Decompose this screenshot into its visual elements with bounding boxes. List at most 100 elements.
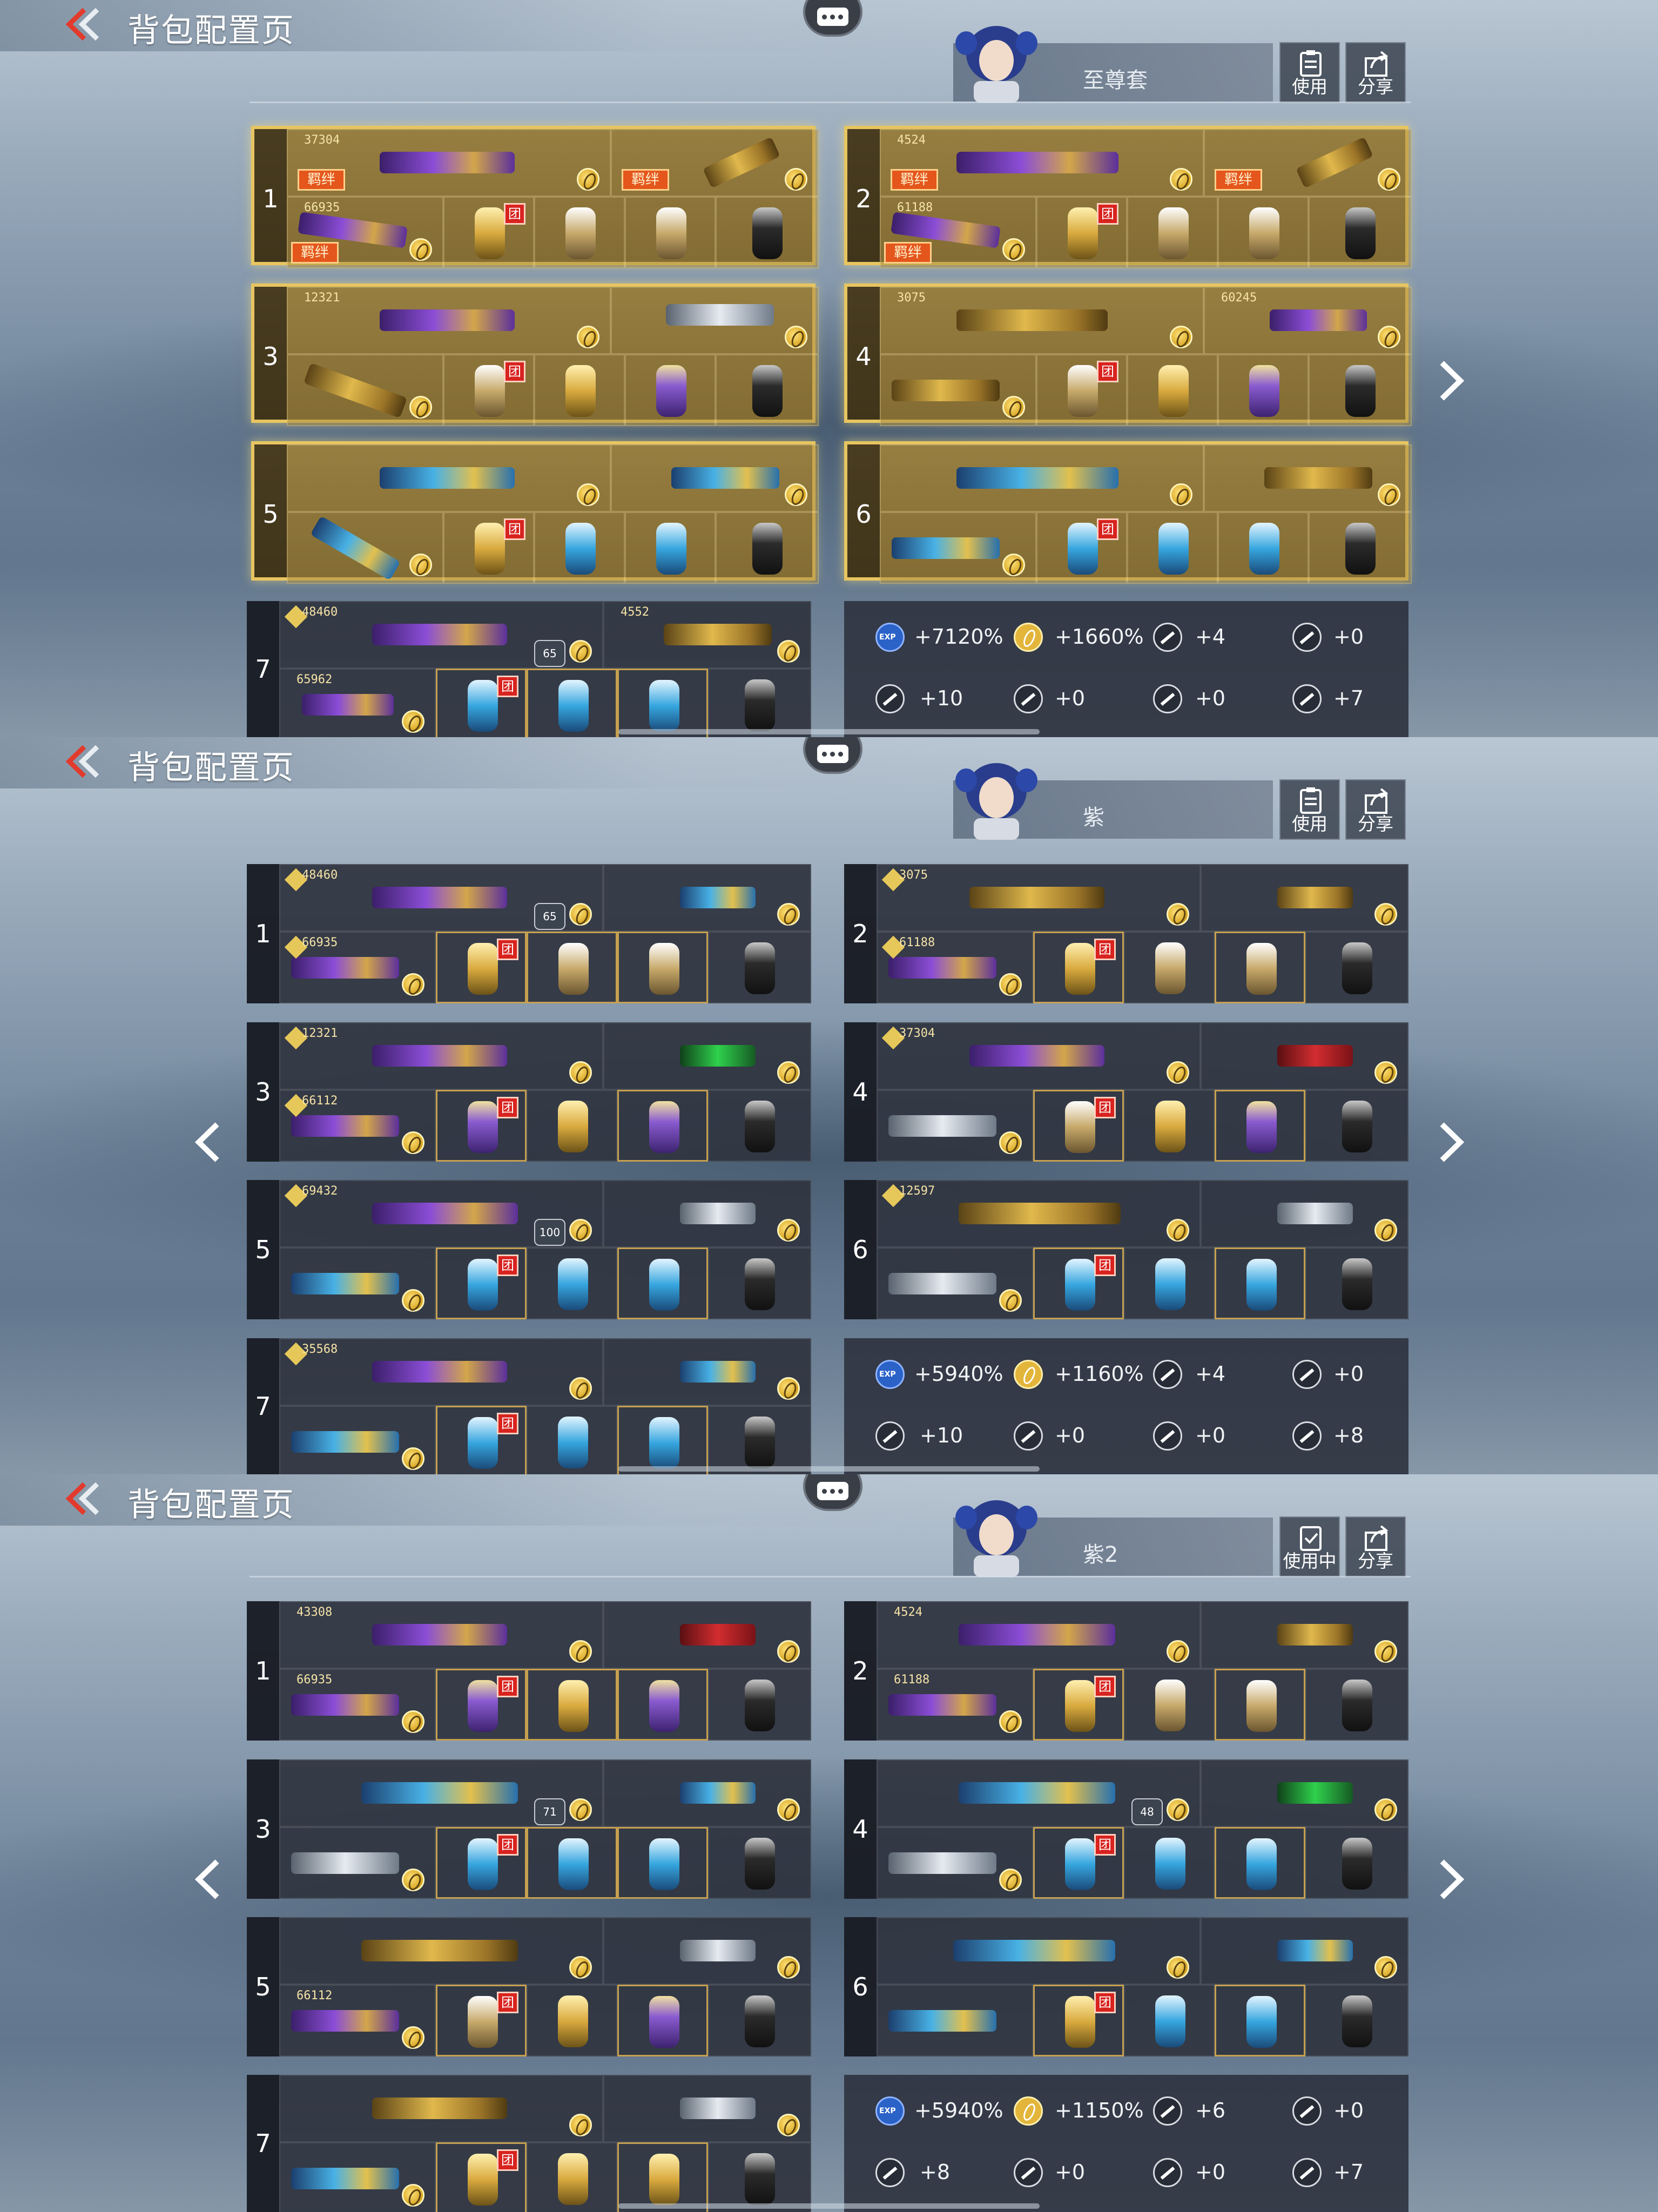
secondary-weapon-slot[interactable] — [1201, 864, 1408, 932]
melee-slot[interactable]: 66112 — [279, 1985, 436, 2056]
grenade-slot[interactable] — [625, 197, 716, 268]
grenade-slot[interactable] — [716, 512, 819, 584]
grenade-slot[interactable] — [1127, 512, 1218, 584]
melee-slot[interactable] — [877, 1090, 1033, 1162]
grenade-slot[interactable]: 团 — [436, 1406, 527, 1474]
loadout-card-2[interactable]: 2 3075 61188 团 — [844, 864, 1408, 1003]
grenade-slot[interactable] — [527, 1406, 617, 1474]
grenade-slot[interactable] — [625, 512, 716, 584]
back-chevron-icon[interactable] — [64, 1480, 107, 1518]
loadout-card-5[interactable]: 5 69432 100 团 — [247, 1180, 811, 1319]
grenade-slot[interactable] — [617, 2142, 708, 2212]
grenade-slot[interactable] — [708, 1985, 811, 2056]
primary-weapon-slot[interactable]: 12597 — [877, 1180, 1201, 1247]
grenade-slot[interactable] — [1305, 1827, 1408, 1899]
melee-slot[interactable]: 61188 羁绊 — [880, 197, 1036, 268]
secondary-weapon-slot[interactable] — [603, 1022, 811, 1090]
secondary-weapon-slot[interactable] — [611, 287, 819, 354]
secondary-weapon-slot[interactable] — [603, 2075, 811, 2142]
grenade-slot[interactable] — [617, 1406, 708, 1474]
loadout-card-5[interactable]: 5 66112 团 — [247, 1917, 811, 2056]
primary-weapon-slot[interactable] — [279, 1917, 603, 1985]
grenade-slot[interactable]: 团 — [1033, 1985, 1124, 2056]
primary-weapon-slot[interactable]: 4524 — [877, 1601, 1201, 1669]
loadout-card-7[interactable]: 7 48460 65 4552 65962 团 — [247, 601, 811, 737]
melee-slot[interactable] — [880, 354, 1036, 426]
arrow-left-icon[interactable] — [189, 1855, 227, 1904]
grenade-slot[interactable]: 团 — [436, 1090, 527, 1162]
grenade-slot[interactable] — [708, 1827, 811, 1899]
loadout-card-6[interactable]: 6 团 — [844, 441, 1412, 584]
grenade-slot[interactable] — [716, 354, 819, 426]
use-button[interactable]: 使用中 — [1279, 1516, 1340, 1577]
grenade-slot[interactable]: 团 — [436, 932, 527, 1003]
grenade-slot[interactable]: 团 — [1036, 354, 1127, 426]
grenade-slot[interactable] — [1124, 1827, 1215, 1899]
loadout-card-1[interactable]: 1 37304 羁绊 羁绊 66935 羁绊 团 — [251, 126, 819, 268]
grenade-slot[interactable] — [1218, 197, 1309, 268]
loadout-card-4[interactable]: 4 48 团 — [844, 1759, 1408, 1899]
grenade-slot[interactable] — [1127, 354, 1218, 426]
grenade-slot[interactable] — [534, 512, 625, 584]
grenade-slot[interactable]: 团 — [1033, 1247, 1124, 1319]
scroll-indicator[interactable] — [618, 1466, 1040, 1472]
secondary-weapon-slot[interactable]: 羁绊 — [1204, 129, 1412, 197]
melee-slot[interactable]: 61188 — [877, 932, 1033, 1003]
grenade-slot[interactable]: 团 — [436, 1827, 527, 1899]
grenade-slot[interactable]: 团 — [436, 1985, 527, 2056]
grenade-slot[interactable]: 团 — [443, 354, 534, 426]
grenade-slot[interactable]: 团 — [436, 1669, 527, 1741]
secondary-weapon-slot[interactable] — [1204, 444, 1412, 512]
melee-slot[interactable] — [279, 1827, 436, 1899]
grenade-slot[interactable] — [527, 669, 617, 737]
loadout-card-2[interactable]: 2 4524 61188 团 — [844, 1601, 1408, 1741]
grenade-slot[interactable] — [1124, 1247, 1215, 1319]
grenade-slot[interactable] — [1124, 932, 1215, 1003]
melee-slot[interactable] — [279, 1406, 436, 1474]
secondary-weapon-slot[interactable]: 60245 — [1204, 287, 1412, 354]
melee-slot[interactable] — [287, 512, 443, 584]
share-button[interactable]: 分享 — [1345, 42, 1406, 103]
grenade-slot[interactable] — [1305, 932, 1408, 1003]
primary-weapon-slot[interactable] — [877, 1917, 1201, 1985]
grenade-slot[interactable] — [527, 1669, 617, 1741]
primary-weapon-slot[interactable] — [287, 444, 611, 512]
grenade-slot[interactable] — [1215, 1669, 1305, 1741]
grenade-slot[interactable] — [708, 1669, 811, 1741]
back-chevron-icon[interactable] — [64, 5, 107, 43]
primary-weapon-slot[interactable]: 69432 100 — [279, 1180, 603, 1247]
loadout-card-6[interactable]: 6 12597 团 — [844, 1180, 1408, 1319]
primary-weapon-slot[interactable]: 43308 — [279, 1601, 603, 1669]
grenade-slot[interactable] — [534, 197, 625, 268]
loadout-card-6[interactable]: 6 团 — [844, 1917, 1408, 2056]
secondary-weapon-slot[interactable]: 4552 — [603, 601, 811, 669]
grenade-slot[interactable] — [1124, 1985, 1215, 2056]
grenade-slot[interactable]: 团 — [436, 1247, 527, 1319]
melee-slot[interactable] — [877, 1985, 1033, 2056]
grenade-slot[interactable] — [1305, 1090, 1408, 1162]
arrow-right-icon[interactable] — [1432, 1855, 1470, 1904]
grenade-slot[interactable] — [1305, 1247, 1408, 1319]
grenade-slot[interactable] — [617, 1669, 708, 1741]
loadout-card-1[interactable]: 1 48460 65 66935 团 — [247, 864, 811, 1003]
secondary-weapon-slot[interactable] — [603, 1759, 811, 1827]
primary-weapon-slot[interactable] — [279, 2075, 603, 2142]
melee-slot[interactable] — [279, 2142, 436, 2212]
secondary-weapon-slot[interactable] — [1201, 1917, 1408, 1985]
grenade-slot[interactable] — [1127, 197, 1218, 268]
grenade-slot[interactable] — [617, 1985, 708, 2056]
secondary-weapon-slot[interactable] — [1201, 1022, 1408, 1090]
secondary-weapon-slot[interactable] — [603, 1338, 811, 1406]
grenade-slot[interactable] — [1215, 1090, 1305, 1162]
melee-slot[interactable] — [279, 1247, 436, 1319]
primary-weapon-slot[interactable]: 48 — [877, 1759, 1201, 1827]
secondary-weapon-slot[interactable] — [1201, 1180, 1408, 1247]
loadout-card-4[interactable]: 4 37304 团 — [844, 1022, 1408, 1162]
primary-weapon-slot[interactable]: 35568 — [279, 1338, 603, 1406]
grenade-slot[interactable] — [617, 1090, 708, 1162]
grenade-slot[interactable] — [708, 2142, 811, 2212]
back-chevron-icon[interactable] — [64, 743, 107, 780]
loadout-card-1[interactable]: 1 43308 66935 团 — [247, 1601, 811, 1741]
grenade-slot[interactable] — [527, 1827, 617, 1899]
use-button[interactable]: 使用 — [1279, 42, 1340, 103]
